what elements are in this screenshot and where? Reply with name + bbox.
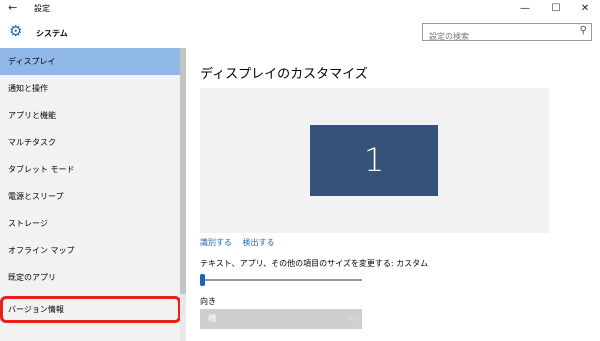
detect-link[interactable]: 検出する [243, 238, 275, 247]
sidebar-item-default-apps[interactable]: 既定のアプリ [0, 264, 180, 291]
orientation-label: 向き [200, 297, 216, 306]
scale-slider[interactable] [200, 274, 362, 286]
highlight-box [0, 296, 181, 323]
page-category-title: システム [36, 29, 68, 38]
search-box[interactable]: ⚲ [422, 23, 592, 45]
orientation-select[interactable]: 横 ⌵ [200, 309, 362, 329]
scale-label: テキスト、アプリ、その他の項目のサイズを変更する: カスタム [200, 259, 429, 268]
display-links: 識別する 検出する [200, 237, 283, 248]
slider-track[interactable] [200, 279, 362, 281]
main-content: ディスプレイのカスタマイズ 1 識別する 検出する テキスト、アプリ、その他の項… [186, 48, 600, 341]
back-arrow-icon[interactable]: ← [8, 1, 17, 14]
close-icon[interactable]: ✕ [570, 0, 600, 18]
app-header: ⚙ システム ⚲ [0, 18, 600, 48]
chevron-down-icon: ⌵ [349, 314, 356, 324]
orientation-value: 横 [208, 314, 216, 323]
page-title: ディスプレイのカスタマイズ [200, 67, 368, 82]
sidebar-item-display[interactable]: ディスプレイ [0, 48, 180, 75]
sidebar-item-tablet-mode[interactable]: タブレット モード [0, 156, 180, 183]
sidebar-item-notifications[interactable]: 通知と操作 [0, 75, 180, 102]
maximize-icon[interactable]: ☐ [541, 0, 571, 18]
sidebar-item-apps-features[interactable]: アプリと機能 [0, 102, 180, 129]
slider-thumb[interactable] [200, 274, 205, 286]
monitor-tile[interactable]: 1 [310, 125, 438, 196]
sidebar-item-storage[interactable]: ストレージ [0, 210, 180, 237]
sidebar-item-power-sleep[interactable]: 電源とスリープ [0, 183, 180, 210]
gear-icon: ⚙ [9, 22, 23, 40]
title-bar: ← 設定 — ☐ ✕ [0, 0, 600, 18]
display-preview: 1 [200, 88, 549, 233]
sidebar-item-offline-maps[interactable]: オフライン マップ [0, 237, 180, 264]
identify-link[interactable]: 識別する [200, 238, 232, 247]
search-icon[interactable]: ⚲ [580, 25, 587, 36]
window-title: 設定 [34, 4, 50, 13]
sidebar-item-multitasking[interactable]: マルチタスク [0, 129, 180, 156]
minimize-icon[interactable]: — [510, 0, 540, 18]
sidebar: ディスプレイ 通知と操作 アプリと機能 マルチタスク タブレット モード 電源と… [0, 48, 186, 341]
search-input[interactable] [423, 28, 563, 45]
